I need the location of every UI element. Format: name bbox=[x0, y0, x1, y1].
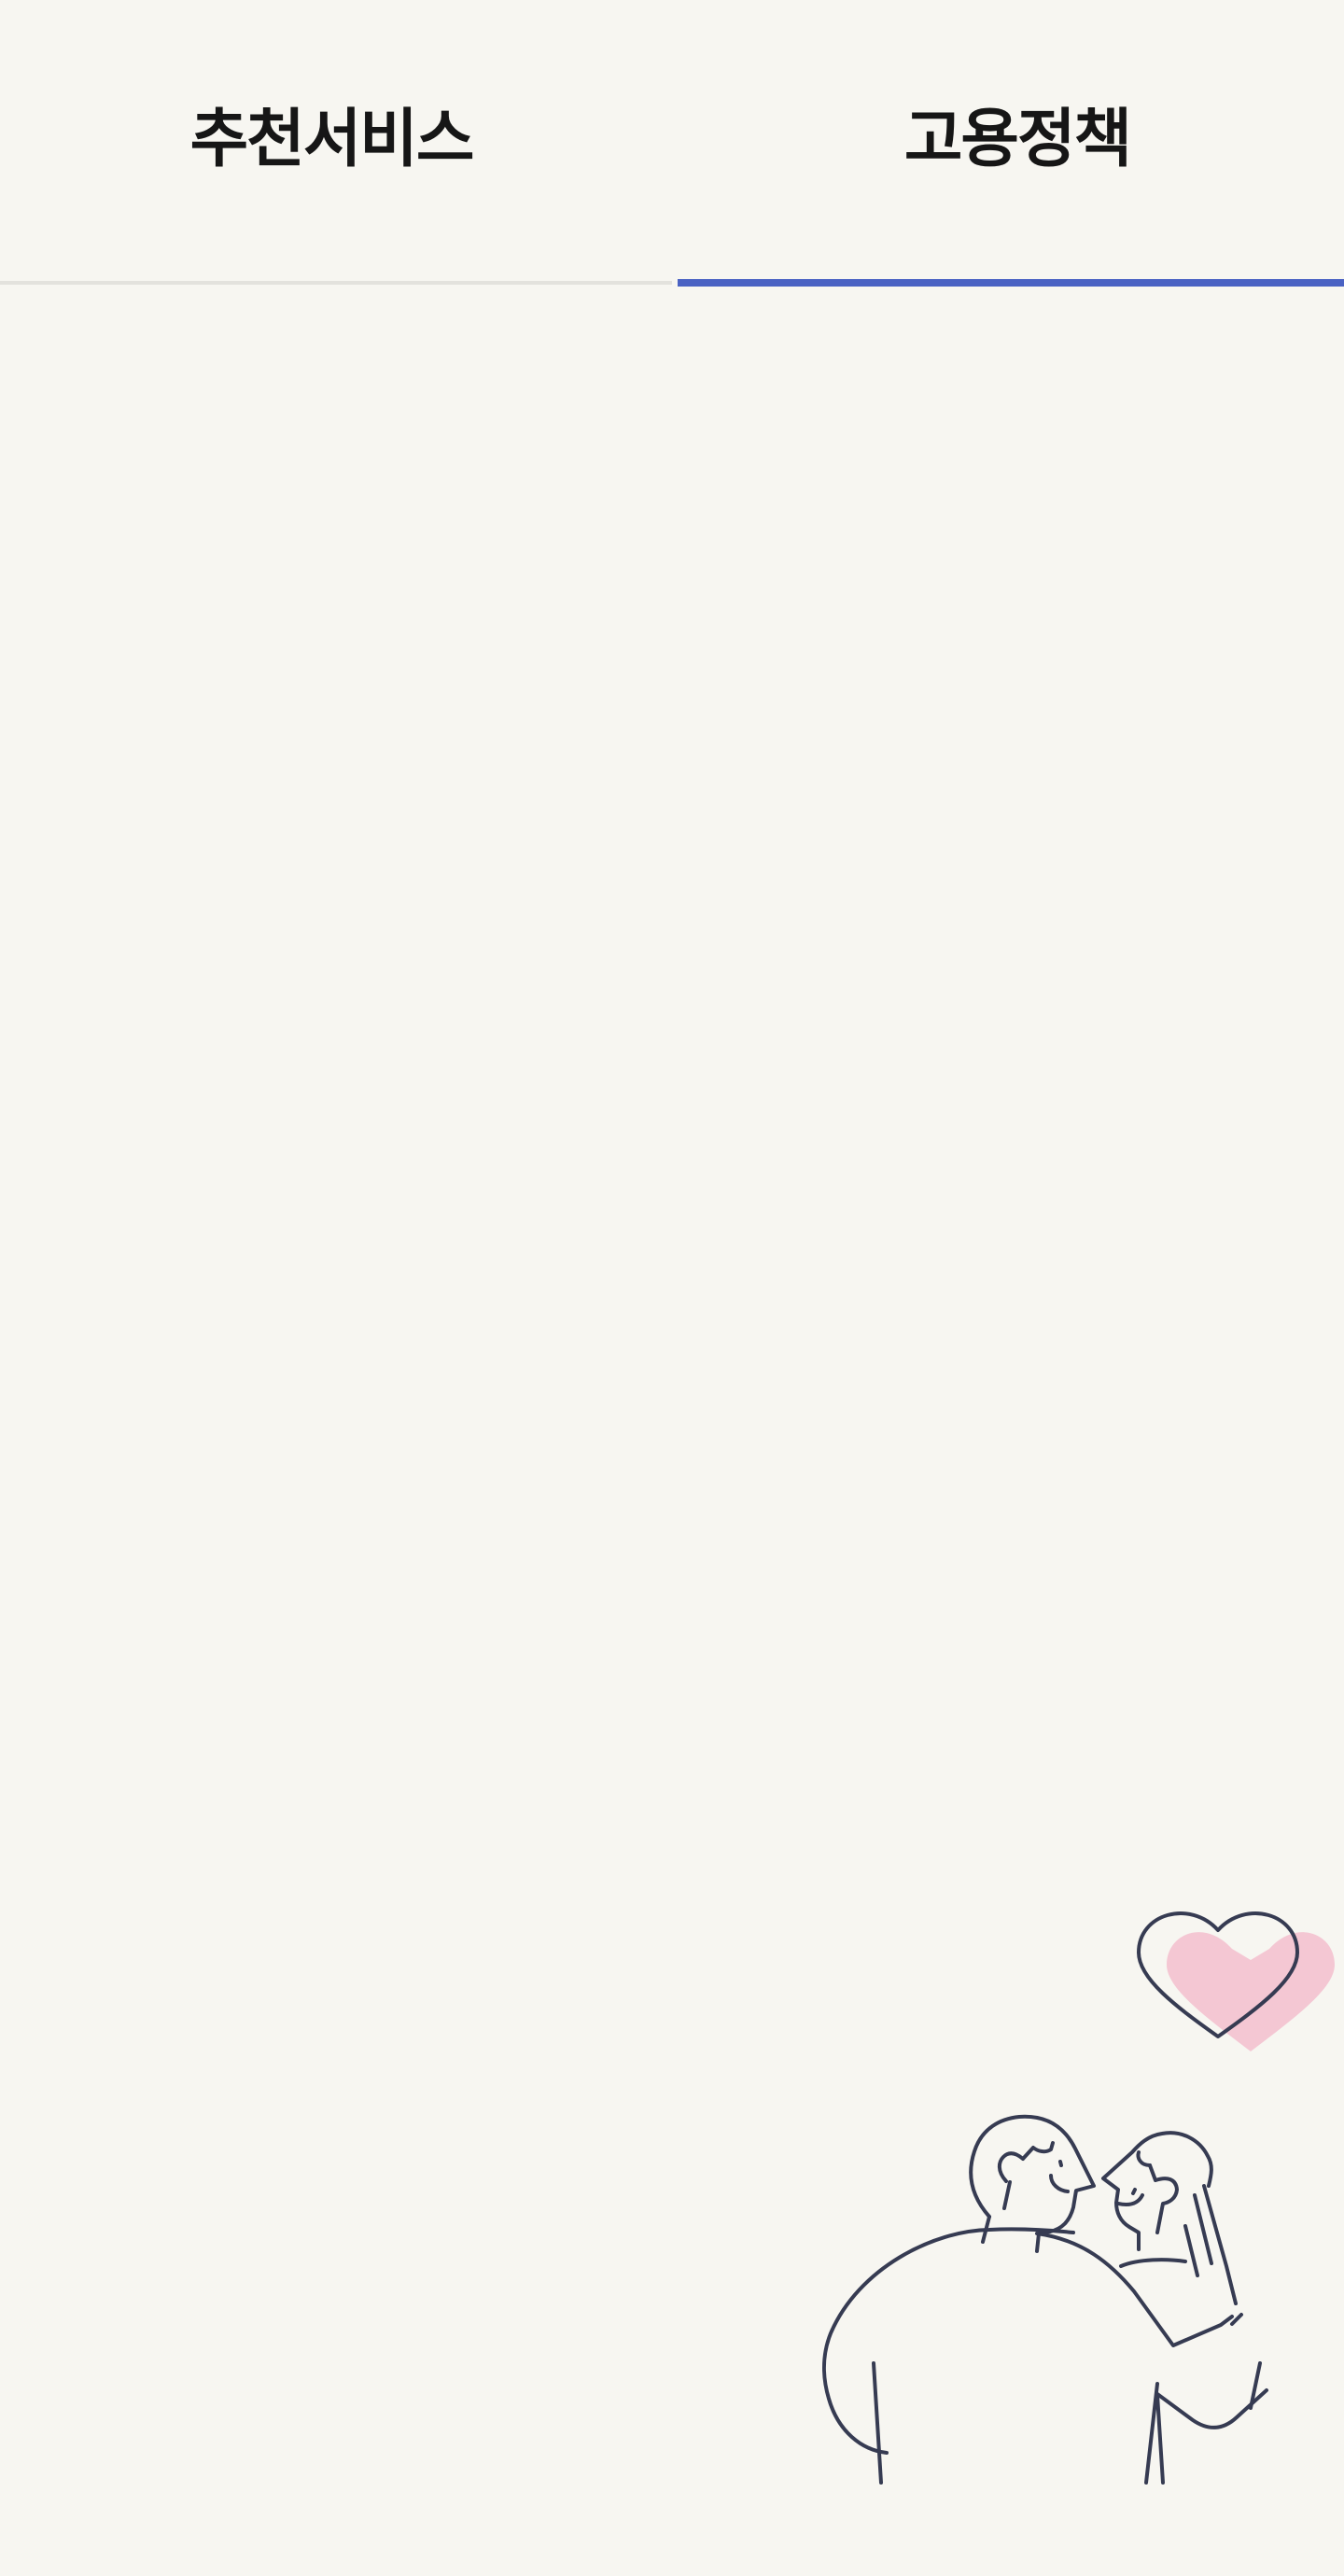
couple-hug-heart-illustration bbox=[765, 1885, 1344, 2576]
heart-shape-icon bbox=[1167, 1932, 1335, 2051]
tab-bar: 추천서비스 고용정책 bbox=[0, 0, 1344, 287]
page: 추천서비스 고용정책 bbox=[0, 0, 1344, 2576]
tab-underline bbox=[0, 281, 672, 285]
tab-employment-policy[interactable]: 고용정책 bbox=[672, 0, 1344, 287]
tab-recommended-services[interactable]: 추천서비스 bbox=[0, 0, 672, 285]
tab-label: 추천서비스 bbox=[189, 103, 475, 176]
tab-active-underline bbox=[678, 279, 1344, 287]
tab-label: 고용정책 bbox=[903, 103, 1132, 176]
